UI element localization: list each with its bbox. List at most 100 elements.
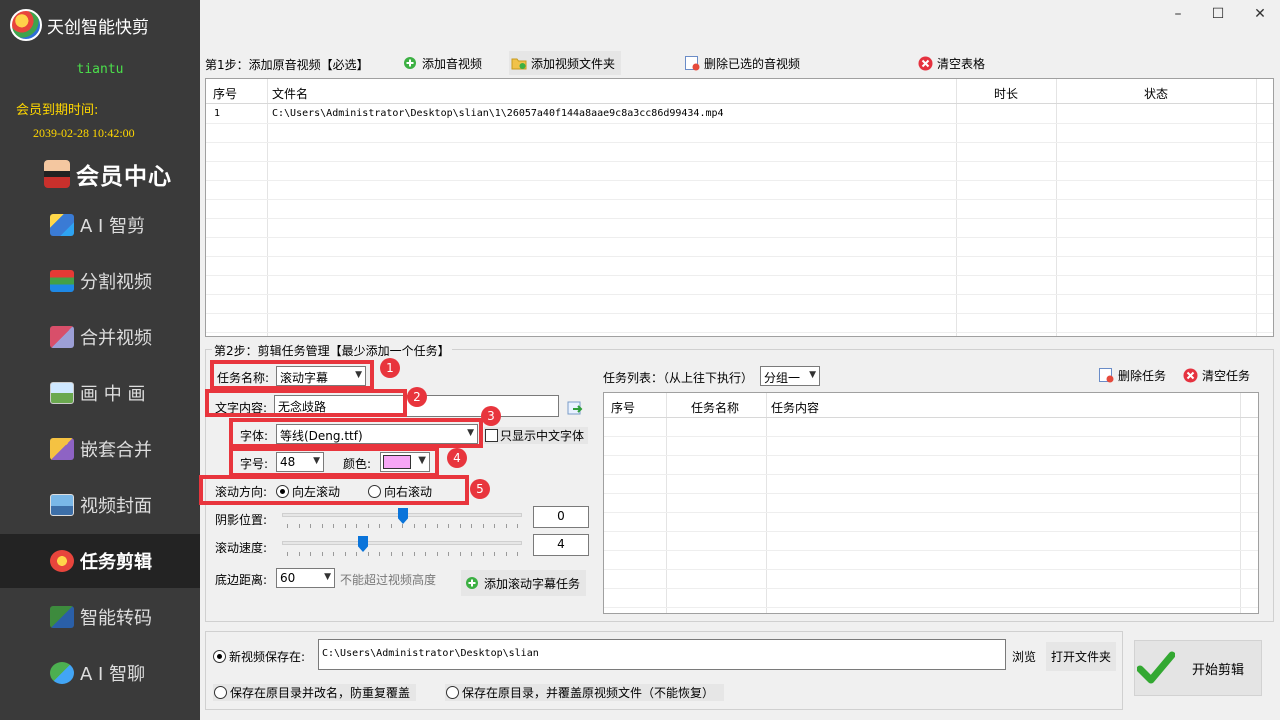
group-value: 分组一: [764, 371, 801, 385]
save-to-radio[interactable]: 新视频保存在:: [213, 648, 305, 665]
save-path-input[interactable]: C:\Users\Administrator\Desktop\slian: [318, 639, 1006, 670]
ai-chat-icon: [50, 662, 74, 684]
browse-button[interactable]: 浏览: [1012, 648, 1036, 665]
delete-file-icon: [684, 55, 700, 71]
member-center-button[interactable]: 会员中心: [44, 158, 172, 190]
slider-tick: [333, 524, 334, 528]
delete-task-label: 删除任务: [1118, 368, 1167, 383]
column-header-status[interactable]: 状态: [1144, 85, 1168, 102]
sidebar-item-split-video[interactable]: 分割视频: [0, 254, 200, 308]
chinese-only-checkbox[interactable]: 只显示中文字体: [484, 427, 589, 444]
task-name-label: 任务名称:: [217, 371, 270, 385]
bottom-distance-value: 60: [280, 571, 296, 585]
radio-icon: [368, 485, 381, 498]
add-scroll-task-button[interactable]: 添加滚动字幕任务: [461, 570, 587, 596]
slider-tick: [494, 524, 495, 528]
speed-value-input[interactable]: 4: [533, 534, 589, 556]
task-name-select[interactable]: 滚动字幕 ▼: [276, 366, 366, 386]
slider-tick: [367, 552, 369, 556]
sidebar-item-picture-in-picture[interactable]: 画 中 画: [0, 366, 200, 420]
radio-icon: [276, 485, 289, 498]
task-column-index[interactable]: 序号: [611, 399, 635, 416]
slider-tick: [402, 552, 403, 556]
direction-right-label: 向右滚动: [384, 485, 433, 499]
sidebar-item-label: 任务剪辑: [80, 552, 152, 573]
task-column-name[interactable]: 任务名称: [691, 399, 739, 416]
shadow-value-input[interactable]: 0: [533, 506, 589, 528]
transcode-icon: [50, 606, 74, 628]
overwrite-option-radio[interactable]: 保存在原目录，并覆盖原视频文件（不能恢复）: [445, 684, 725, 701]
slider-tick: [333, 552, 334, 556]
slider-tick: [459, 552, 461, 556]
folder-add-icon: [511, 55, 527, 71]
start-edit-button[interactable]: 开始剪辑: [1134, 640, 1262, 696]
sidebar-item-nested-merge[interactable]: 嵌套合并: [0, 422, 200, 476]
rename-option-radio[interactable]: 保存在原目录并改名，防重复覆盖: [213, 684, 417, 701]
nested-merge-icon: [50, 438, 74, 460]
font-size-label: 字号:: [240, 457, 269, 471]
member-avatar-icon: [44, 160, 70, 188]
member-center-label: 会员中心: [76, 163, 172, 190]
color-picker[interactable]: ▼: [380, 452, 430, 472]
add-video-label: 添加音视频: [422, 56, 483, 71]
bottom-distance-select[interactable]: 60 ▼: [276, 568, 335, 588]
font-label: 字体:: [240, 429, 269, 443]
sidebar-item-ai-cut[interactable]: A I 智剪: [0, 198, 200, 252]
text-import-button[interactable]: [567, 396, 587, 420]
close-button[interactable]: ✕: [1248, 6, 1272, 26]
minimize-button[interactable]: –: [1166, 6, 1190, 26]
step-badge-2: 2: [407, 387, 427, 407]
add-icon: [402, 55, 418, 71]
add-scroll-task-label: 添加滚动字幕任务: [484, 576, 581, 591]
slider-tick: [459, 524, 461, 528]
rename-option-label: 保存在原目录并改名，防重复覆盖: [230, 686, 411, 700]
font-value: 等线(Deng.ttf): [280, 429, 363, 443]
font-select[interactable]: 等线(Deng.ttf) ▼: [276, 424, 478, 444]
sidebar-item-transcode[interactable]: 智能转码: [0, 590, 200, 644]
chevron-down-icon: ▼: [313, 456, 320, 466]
clear-icon: [917, 55, 933, 71]
delete-selected-button[interactable]: 删除已选的音视频: [684, 51, 800, 75]
slider-tick: [287, 552, 288, 556]
sidebar-item-merge-video[interactable]: 合并视频: [0, 310, 200, 364]
task-table[interactable]: 序号 任务名称 任务内容: [603, 392, 1259, 614]
slider-tick: [298, 524, 300, 528]
slider-tick: [517, 552, 518, 556]
clear-table-button[interactable]: 清空表格: [917, 51, 985, 75]
speed-slider-track[interactable]: [282, 541, 522, 545]
merge-video-icon: [50, 326, 74, 348]
sidebar-item-video-cover[interactable]: 视频封面: [0, 478, 200, 532]
font-size-select[interactable]: 48 ▼: [276, 452, 324, 472]
delete-task-button[interactable]: 删除任务: [1098, 363, 1166, 387]
maximize-button[interactable]: ☐: [1206, 6, 1230, 26]
slider-tick: [390, 552, 392, 556]
app-logo-icon: [10, 9, 42, 41]
checkbox-icon: [485, 429, 498, 442]
sidebar-item-ai-chat[interactable]: A I 智聊: [0, 646, 200, 700]
row-filename: C:\Users\Administrator\Desktop\slian\1\2…: [272, 108, 724, 119]
slider-tick: [425, 524, 426, 528]
clear-task-button[interactable]: 清空任务: [1182, 363, 1250, 387]
direction-right-radio[interactable]: 向右滚动: [368, 483, 432, 500]
sidebar-item-task-edit[interactable]: 任务剪辑: [0, 534, 200, 588]
bottom-distance-hint: 不能超过视频高度: [340, 573, 437, 587]
add-folder-button[interactable]: 添加视频文件夹: [509, 51, 622, 75]
group-select[interactable]: 分组一 ▼: [760, 366, 820, 386]
direction-left-radio[interactable]: 向左滚动: [276, 483, 340, 500]
sidebar-item-label: A I 智聊: [80, 664, 146, 685]
overwrite-option-label: 保存在原目录，并覆盖原视频文件（不能恢复）: [462, 686, 715, 700]
column-header-filename[interactable]: 文件名: [272, 85, 308, 102]
save-to-label: 新视频保存在:: [229, 650, 306, 664]
slider-tick: [482, 552, 484, 556]
checkmark-icon: [1137, 649, 1175, 687]
task-column-content[interactable]: 任务内容: [771, 399, 819, 416]
column-header-index[interactable]: 序号: [213, 85, 237, 102]
slider-tick: [471, 524, 472, 528]
chevron-down-icon: ▼: [467, 428, 474, 438]
slider-tick: [448, 552, 449, 556]
video-table[interactable]: 序号 文件名 时长 状态 1 C:\Users\Administrator\De…: [205, 78, 1274, 337]
open-folder-button[interactable]: 打开文件夹: [1046, 642, 1117, 671]
bottom-distance-label: 底边距离:: [215, 573, 268, 587]
add-video-button[interactable]: 添加音视频: [402, 51, 482, 75]
column-header-duration[interactable]: 时长: [994, 85, 1018, 102]
